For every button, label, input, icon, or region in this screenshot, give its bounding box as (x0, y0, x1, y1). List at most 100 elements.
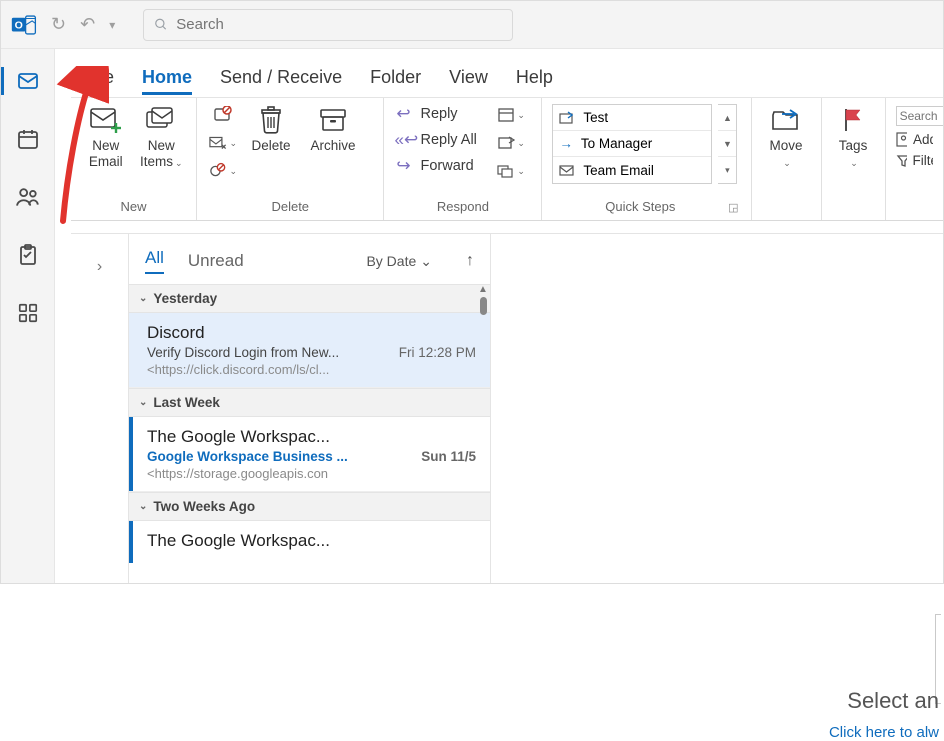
reply-button[interactable]: ↩ Reply (394, 104, 476, 124)
chevron-right-icon: › (97, 258, 102, 583)
reply-icon: ↩ (394, 104, 412, 124)
message-subject: Google Workspace Business ... (147, 449, 348, 464)
message-list: All Unread By Date ⌄ ↑ ⌄ Yesterday Disco… (129, 234, 491, 583)
archive-button[interactable]: Archive (305, 104, 361, 154)
sync-icon[interactable]: ↻ (51, 14, 66, 35)
ignore-icon[interactable] (209, 104, 237, 126)
filter-tab-unread[interactable]: Unread (188, 251, 244, 271)
quick-steps-spinner[interactable]: ▲ ▼ ▾ (718, 104, 737, 184)
group-label-quick-steps: Quick Steps (552, 197, 728, 218)
qs-expand-icon[interactable]: ▾ (718, 157, 736, 183)
quick-step-test[interactable]: Test (553, 105, 711, 131)
ribbon-group-respond: ↩Reply «↩Reply All ↪Forward ⌄ ⌄ ⌄ Respon… (384, 98, 542, 220)
outlook-logo-icon: O (9, 10, 39, 40)
quick-access-toolbar: ↻ ↶ ▾ (51, 14, 115, 35)
search-box[interactable] (143, 9, 513, 41)
move-button[interactable]: Move⌄ (762, 104, 811, 169)
rail-tasks-icon[interactable] (8, 235, 48, 275)
group-label-delete: Delete (207, 197, 373, 218)
message-sender: The Google Workspac... (147, 427, 476, 447)
forward-icon: ↪ (394, 156, 412, 176)
forward-to-icon: → (559, 136, 573, 151)
message-item[interactable]: The Google Workspac... (129, 521, 490, 563)
tags-button[interactable]: Tags⌄ (832, 104, 875, 169)
more-respond-icon[interactable]: ⌄ (497, 160, 525, 182)
tab-home[interactable]: Home (142, 67, 192, 95)
qs-up-icon[interactable]: ▲ (718, 105, 736, 131)
tab-view[interactable]: View (449, 67, 488, 95)
sort-order-button[interactable]: ↑ (466, 252, 474, 270)
archive-label: Archive (310, 138, 355, 154)
ribbon-group-new: New Email New Items⌄ New (71, 98, 197, 220)
quick-step-label: Test (583, 110, 608, 125)
tags-label: Tags⌄ (839, 138, 868, 169)
quick-steps-launcher-icon[interactable]: ◲ (728, 201, 740, 214)
tab-file[interactable]: File (85, 67, 114, 95)
new-items-label: New Items⌄ (137, 138, 187, 169)
delete-mini-buttons: ⌄ ⌄ (209, 104, 237, 182)
group-label: Yesterday (153, 291, 217, 306)
filter-icon (896, 153, 907, 168)
group-header-two-weeks[interactable]: ⌄ Two Weeks Ago (129, 492, 490, 521)
scrollbar[interactable]: ▲ (478, 284, 488, 317)
group-label: Two Weeks Ago (153, 499, 255, 514)
quick-steps-gallery[interactable]: Test →To Manager Team Email (552, 104, 712, 184)
quick-step-to-manager[interactable]: →To Manager (553, 131, 711, 157)
share-icon[interactable]: ⌄ (497, 132, 525, 154)
quick-step-label: Team Email (583, 163, 654, 178)
rail-mail-icon[interactable] (8, 61, 48, 101)
sort-button[interactable]: By Date ⌄ (366, 253, 432, 270)
message-sender: The Google Workspac... (147, 531, 476, 551)
meeting-icon[interactable]: ⌄ (497, 104, 525, 126)
group-label-move (762, 197, 811, 218)
group-header-yesterday[interactable]: ⌄ Yesterday (129, 284, 490, 313)
forward-button[interactable]: ↪Forward (394, 156, 476, 176)
group-header-last-week[interactable]: ⌄ Last Week (129, 388, 490, 417)
undo-icon[interactable]: ↶ (80, 14, 95, 35)
address-book-button[interactable]: Address Book (896, 132, 933, 147)
qat-dropdown-icon[interactable]: ▾ (109, 18, 115, 32)
new-email-button[interactable]: New Email (81, 104, 131, 169)
chevron-down-icon: ⌄ (139, 293, 147, 304)
new-items-button[interactable]: New Items⌄ (137, 104, 187, 169)
quick-step-team-email[interactable]: Team Email (553, 157, 711, 183)
message-time: Sun 11/5 (421, 449, 476, 464)
folder-pane-collapsed[interactable]: › (71, 234, 129, 583)
reply-all-label: Reply All (420, 132, 476, 148)
message-item[interactable]: The Google Workspac... Google Workspace … (129, 417, 490, 492)
reply-all-button[interactable]: «↩Reply All (394, 130, 476, 150)
scroll-up-icon[interactable]: ▲ (478, 284, 488, 295)
search-people-input[interactable] (896, 106, 943, 126)
tab-send-receive[interactable]: Send / Receive (220, 67, 342, 95)
reply-label: Reply (420, 106, 457, 122)
flag-icon (839, 104, 867, 136)
ribbon-group-move: Move⌄ (752, 98, 822, 220)
message-preview: <https://storage.googleapis.con (147, 466, 407, 481)
reading-pane: Select an Click here to alw (491, 234, 943, 583)
address-book-label: Address Book (913, 132, 933, 147)
move-icon (770, 104, 802, 136)
qs-down-icon[interactable]: ▼ (718, 131, 736, 157)
cleanup-icon[interactable]: ⌄ (209, 132, 237, 154)
address-book-icon (896, 132, 907, 147)
archive-icon (318, 104, 348, 136)
rail-people-icon[interactable] (8, 177, 48, 217)
rail-apps-icon[interactable] (8, 293, 48, 333)
tab-help[interactable]: Help (516, 67, 553, 95)
rail-calendar-icon[interactable] (8, 119, 48, 159)
move-to-folder-icon (559, 111, 575, 125)
chevron-down-icon: ⌄ (139, 397, 147, 408)
filter-tab-all[interactable]: All (145, 248, 164, 274)
scroll-thumb[interactable] (480, 297, 487, 315)
ribbon-group-delete: ⌄ ⌄ Delete Archive Delete (197, 98, 384, 220)
chevron-down-icon: ⌄ (420, 253, 432, 270)
delete-button[interactable]: Delete (243, 104, 299, 154)
reading-pane-link[interactable]: Click here to alw (829, 724, 939, 741)
junk-icon[interactable]: ⌄ (209, 160, 237, 182)
filter-email-button[interactable]: Filter Email (896, 153, 933, 168)
search-input[interactable] (176, 16, 502, 33)
message-item[interactable]: Discord Verify Discord Login from New...… (129, 313, 490, 388)
ribbon-group-quick-steps: Test →To Manager Team Email ▲ ▼ ▾ Quick … (542, 98, 751, 220)
tab-folder[interactable]: Folder (370, 67, 421, 95)
ribbon-group-tags: Tags⌄ (822, 98, 886, 220)
